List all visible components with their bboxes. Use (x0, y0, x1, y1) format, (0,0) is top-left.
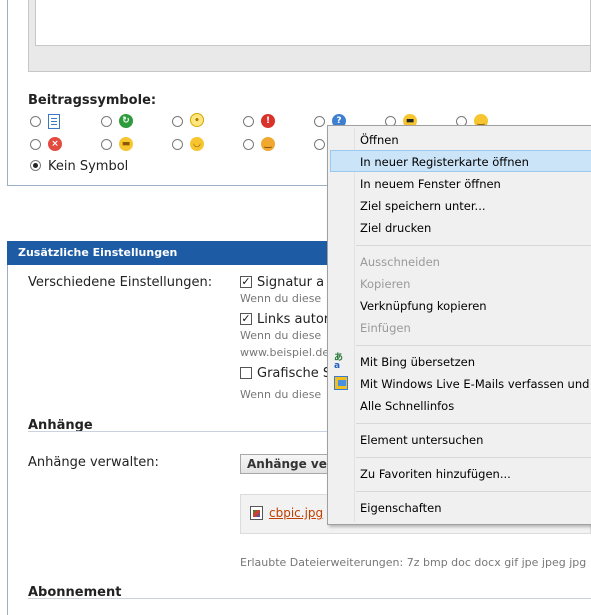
icon-radio-recycle[interactable] (101, 116, 112, 127)
signature-option-label: Signatur a (257, 275, 325, 290)
auto-links-hint-example: www.beispiel.de (240, 346, 330, 359)
attachment-file-link[interactable]: cbpic.jpg (269, 506, 323, 520)
menu-item-all-accelerators[interactable]: Alle Schnellinfos (360, 399, 454, 413)
auto-links-hint: Wenn du diese (240, 329, 322, 342)
icon-radio-lightbulb[interactable] (172, 116, 183, 127)
manage-attachments-label: Anhänge verwalten: (28, 455, 159, 470)
menu-item-properties[interactable]: Eigenschaften (360, 501, 442, 515)
no-icon-label: Kein Symbol (48, 159, 129, 174)
signature-hint: Wenn du diese (240, 292, 322, 305)
menu-item-windows-live[interactable]: Mit Windows Live E-Mails verfassen und v… (360, 377, 591, 391)
icon-radio-question[interactable] (314, 116, 325, 127)
angry-smiley-icon: × (48, 137, 62, 151)
icon-radio-wink[interactable] (172, 139, 183, 150)
additional-settings-title: Zusätzliche Einstellungen (18, 246, 178, 259)
auto-links-checkbox[interactable]: ✓ (240, 313, 252, 325)
menu-item-cut[interactable]: Ausschneiden (360, 255, 440, 269)
exclamation-icon: ! (261, 114, 275, 128)
icon-radio-none[interactable] (30, 160, 41, 171)
menu-item-bing-translate[interactable]: Mit Bing übersetzen (360, 355, 475, 369)
menu-item-add-favorites[interactable]: Zu Favoriten hinzufügen... (360, 467, 511, 481)
frame-border-left (7, 0, 8, 186)
icon-radio-extra[interactable] (314, 139, 325, 150)
lightbulb-icon: • (190, 113, 204, 127)
menu-separator (356, 423, 591, 424)
grin-smiley-icon: ▬ (119, 137, 133, 151)
menu-item-copy-link[interactable]: Verknüpfung kopieren (360, 299, 487, 313)
menu-item-inspect-element[interactable]: Element untersuchen (360, 433, 483, 447)
icon-radio-exclamation[interactable] (243, 116, 254, 127)
menu-item-print-target[interactable]: Ziel drucken (360, 221, 431, 235)
wink-smiley-icon: ◡ (190, 137, 204, 151)
document-icon (48, 114, 60, 129)
menu-item-open[interactable]: Öffnen (360, 133, 399, 147)
post-icons-heading: Beitragssymbole: (28, 93, 157, 108)
menu-item-save-target[interactable]: Ziel speichern unter... (360, 199, 486, 213)
section-border-left (7, 265, 8, 615)
menu-item-open-new-tab[interactable]: In neuer Registerkarte öffnen (360, 155, 529, 169)
windows-live-icon (334, 376, 348, 390)
icon-radio-angry[interactable] (30, 139, 41, 150)
menu-separator (356, 457, 591, 458)
menu-item-open-new-window[interactable]: In neuem Fenster öffnen (360, 177, 501, 191)
manage-attachments-button[interactable]: Anhänge verw (240, 454, 340, 474)
happy-smiley-icon: ‿ (261, 137, 275, 151)
recycle-arrow-icon: ↻ (119, 114, 133, 128)
translate-icon: あa (334, 353, 344, 371)
icon-radio-grin[interactable] (101, 139, 112, 150)
menu-separator (356, 245, 591, 246)
image-file-icon (250, 506, 263, 520)
graphic-smilies-option-label: Grafische S (257, 366, 332, 381)
menu-item-copy[interactable]: Kopieren (360, 277, 410, 291)
message-textarea[interactable] (35, 0, 591, 46)
signature-checkbox[interactable]: ✓ (240, 276, 252, 288)
context-menu: Öffnen In neuer Registerkarte öffnen In … (327, 125, 591, 525)
graphic-smilies-hint: Wenn du diese (240, 388, 322, 401)
icon-radio-document[interactable] (30, 116, 41, 127)
auto-links-option-label: Links autor (257, 312, 330, 327)
icon-radio-happy[interactable] (243, 139, 254, 150)
menu-separator (356, 345, 591, 346)
menu-separator (356, 491, 591, 492)
subscription-divider (28, 598, 591, 599)
misc-settings-label: Verschiedene Einstellungen: (28, 275, 213, 290)
context-menu-gutter (354, 128, 355, 522)
graphic-smilies-checkbox[interactable] (240, 367, 252, 379)
menu-item-paste[interactable]: Einfügen (360, 321, 411, 335)
allowed-extensions-text: Erlaubte Dateierweiterungen: 7z bmp doc … (240, 556, 587, 569)
